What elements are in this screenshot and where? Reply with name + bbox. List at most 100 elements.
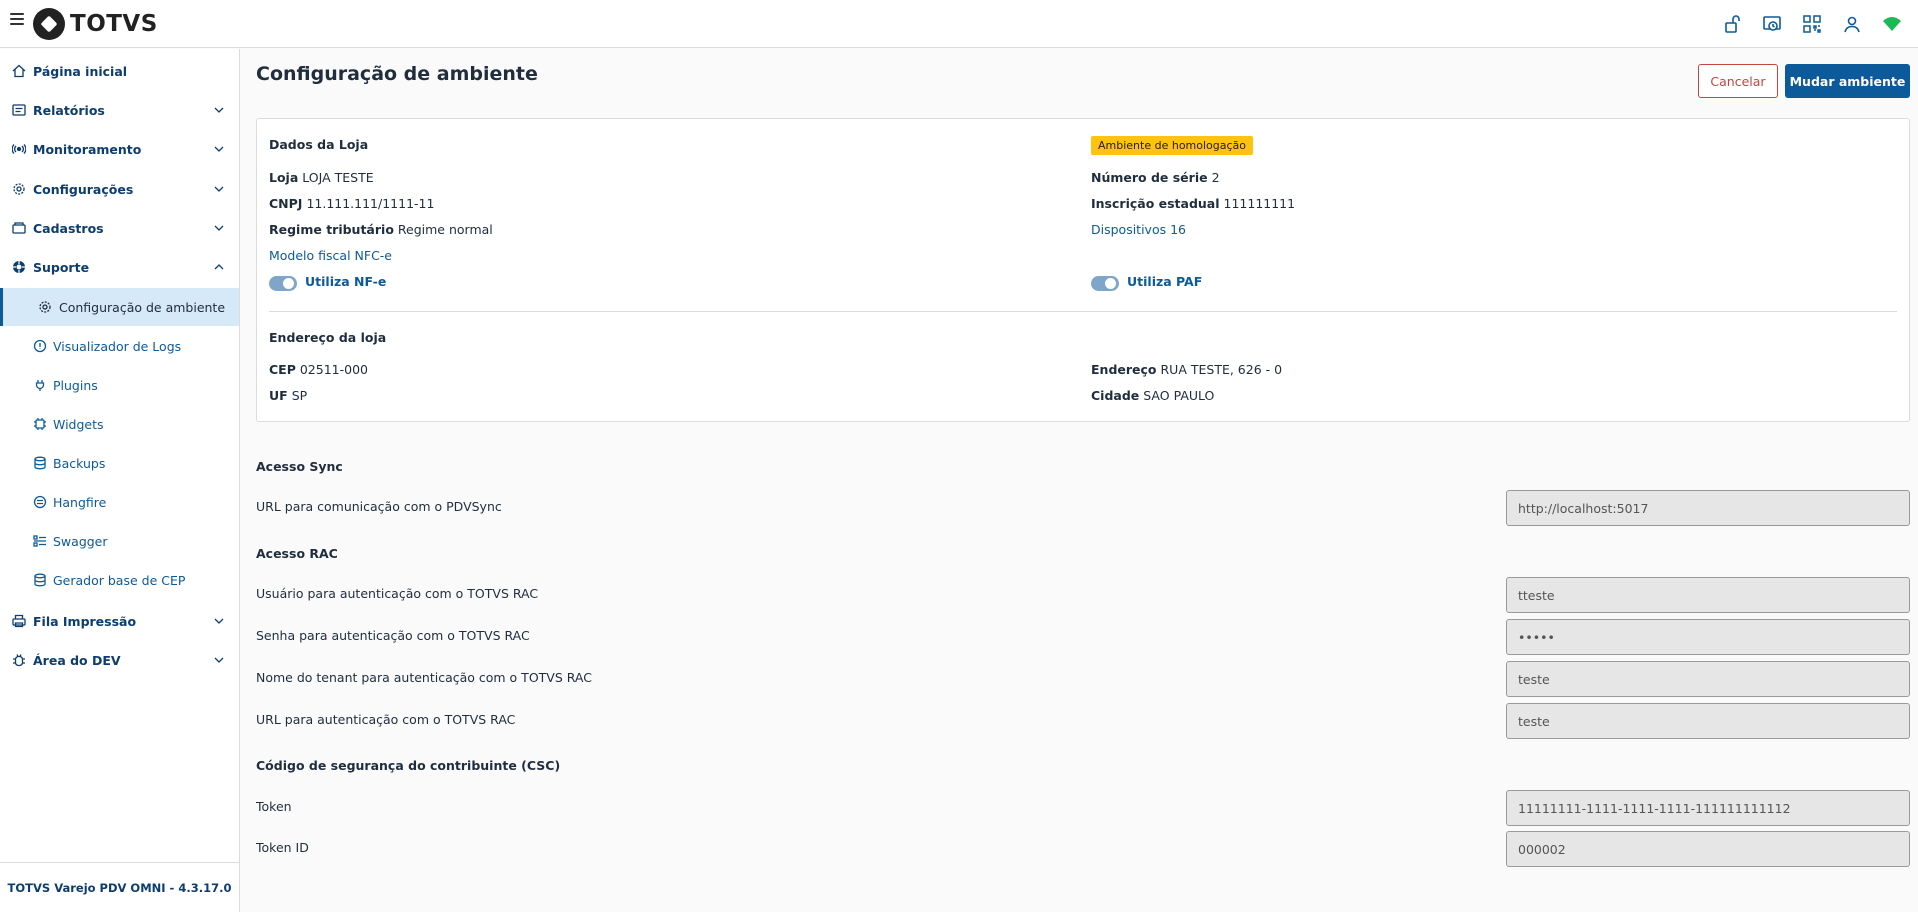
sidebar-item-label: Widgets bbox=[53, 416, 104, 432]
sync-url-label: URL para comunicação com o PDVSync bbox=[256, 499, 502, 514]
toggle-utiliza-nfe-label: Utiliza NF-e bbox=[305, 274, 387, 289]
csc-token-label: Token bbox=[256, 799, 292, 814]
sidebar-item-label: Área do DEV bbox=[33, 652, 121, 668]
database-icon bbox=[32, 572, 48, 588]
sidebar-item-label: Configurações bbox=[33, 181, 134, 197]
sidebar: Página inicial Relatórios Monitoramento … bbox=[0, 49, 240, 912]
divider bbox=[269, 311, 1897, 312]
info-icon bbox=[32, 338, 48, 354]
cancel-button[interactable]: Cancelar bbox=[1698, 64, 1778, 98]
wifi-icon[interactable] bbox=[1878, 10, 1906, 38]
gear-icon bbox=[11, 181, 27, 197]
sidebar-item-label: Relatórios bbox=[33, 102, 105, 118]
toggle-utiliza-nfe[interactable] bbox=[269, 276, 297, 291]
rac-user-input[interactable] bbox=[1506, 577, 1910, 613]
field-cep: CEP 02511-000 bbox=[269, 362, 368, 377]
sidebar-item-label: Monitoramento bbox=[33, 141, 142, 157]
sidebar-subitem-configuracao-ambiente[interactable]: Configuração de ambiente bbox=[0, 288, 239, 326]
chevron-down-icon bbox=[214, 657, 224, 663]
sidebar-item-area-dev[interactable]: Área do DEV bbox=[0, 641, 239, 679]
rac-password-input[interactable] bbox=[1506, 619, 1910, 655]
chevron-down-icon bbox=[214, 107, 224, 113]
lifebuoy-icon bbox=[11, 259, 27, 275]
field-cnpj: CNPJ 11.111.111/1111-11 bbox=[269, 196, 435, 211]
page-title: Configuração de ambiente bbox=[256, 63, 538, 85]
rac-section-title: Acesso RAC bbox=[256, 546, 338, 561]
sidebar-item-fila-impressao[interactable]: Fila Impressão bbox=[0, 602, 239, 640]
rac-tenant-input[interactable] bbox=[1506, 661, 1910, 697]
sidebar-subitem-hangfire[interactable]: Hangfire bbox=[0, 483, 239, 521]
csc-token-input[interactable] bbox=[1506, 790, 1910, 826]
toggle-utiliza-paf-label: Utiliza PAF bbox=[1127, 274, 1203, 289]
change-environment-button[interactable]: Mudar ambiente bbox=[1785, 64, 1910, 98]
field-numero-serie: Número de série 2 bbox=[1091, 170, 1220, 185]
store-section-title: Dados da Loja bbox=[269, 137, 369, 152]
sidebar-item-cadastros[interactable]: Cadastros bbox=[0, 209, 239, 247]
header-actions bbox=[1718, 10, 1906, 38]
clock-sync-icon[interactable] bbox=[1758, 10, 1786, 38]
database-icon bbox=[32, 455, 48, 471]
sidebar-item-suporte[interactable]: Suporte bbox=[0, 248, 239, 286]
gear-icon bbox=[37, 299, 53, 315]
field-inscricao-estadual: Inscrição estadual 111111111 bbox=[1091, 196, 1296, 211]
csc-section-title: Código de segurança do contribuinte (CSC… bbox=[256, 758, 561, 773]
sidebar-item-label: Swagger bbox=[53, 533, 108, 549]
broadcast-icon bbox=[11, 141, 27, 157]
field-modelo-fiscal[interactable]: Modelo fiscal NFC-e bbox=[269, 248, 392, 263]
field-loja: Loja LOJA TESTE bbox=[269, 170, 374, 185]
sidebar-subitem-visualizador-logs[interactable]: Visualizador de Logs bbox=[0, 327, 239, 365]
report-icon bbox=[11, 102, 27, 118]
logo[interactable]: TOTVS bbox=[33, 8, 158, 40]
main-content: Configuração de ambiente Cancelar Mudar … bbox=[240, 49, 1918, 912]
sidebar-subitem-widgets[interactable]: Widgets bbox=[0, 405, 239, 443]
chevron-down-icon bbox=[214, 146, 224, 152]
unlock-icon[interactable] bbox=[1718, 10, 1746, 38]
field-uf: UF SP bbox=[269, 388, 308, 403]
printer-icon bbox=[11, 613, 27, 629]
toggle-utiliza-paf[interactable] bbox=[1091, 276, 1119, 291]
rac-url-label: URL para autenticação com o TOTVS RAC bbox=[256, 712, 516, 727]
field-endereco: Endereço RUA TESTE, 626 - 0 bbox=[1091, 362, 1283, 377]
folder-icon bbox=[11, 220, 27, 236]
sidebar-item-label: Plugins bbox=[53, 377, 98, 393]
field-dispositivos[interactable]: Dispositivos 16 bbox=[1091, 222, 1186, 237]
qr-code-icon[interactable] bbox=[1798, 10, 1826, 38]
field-cidade: Cidade SAO PAULO bbox=[1091, 388, 1215, 403]
rac-url-input[interactable] bbox=[1506, 703, 1910, 739]
hamburger-menu-icon[interactable] bbox=[10, 13, 24, 27]
home-icon bbox=[11, 63, 27, 79]
top-bar: TOTVS bbox=[0, 0, 1918, 48]
sidebar-item-label: Gerador base de CEP bbox=[53, 572, 186, 588]
bug-icon bbox=[11, 652, 27, 668]
csc-token-id-input[interactable] bbox=[1506, 831, 1910, 867]
plug-icon bbox=[32, 377, 48, 393]
sync-section-title: Acesso Sync bbox=[256, 459, 343, 474]
rac-tenant-label: Nome do tenant para autenticação com o T… bbox=[256, 670, 592, 685]
user-icon[interactable] bbox=[1838, 10, 1866, 38]
totvs-logo-icon bbox=[33, 8, 65, 40]
sidebar-item-pagina-inicial[interactable]: Página inicial bbox=[0, 52, 239, 90]
rac-password-label: Senha para autenticação com o TOTVS RAC bbox=[256, 628, 530, 643]
sidebar-subitem-plugins[interactable]: Plugins bbox=[0, 366, 239, 404]
csc-token-id-label: Token ID bbox=[256, 840, 309, 855]
sidebar-item-monitoramento[interactable]: Monitoramento bbox=[0, 130, 239, 168]
address-section-title: Endereço da loja bbox=[269, 330, 387, 345]
sidebar-item-label: Backups bbox=[53, 455, 106, 471]
brand-name: TOTVS bbox=[70, 11, 158, 37]
rac-user-label: Usuário para autenticação com o TOTVS RA… bbox=[256, 586, 539, 601]
sidebar-item-relatorios[interactable]: Relatórios bbox=[0, 91, 239, 129]
sidebar-item-configuracoes[interactable]: Configurações bbox=[0, 170, 239, 208]
sync-url-input[interactable] bbox=[1506, 490, 1910, 526]
cog-circle-icon bbox=[32, 494, 48, 510]
environment-badge: Ambiente de homologação bbox=[1091, 136, 1254, 155]
chip-icon bbox=[32, 416, 48, 432]
field-regime: Regime tributário Regime normal bbox=[269, 222, 493, 237]
sidebar-subitem-swagger[interactable]: Swagger bbox=[0, 522, 239, 560]
sidebar-item-label: Cadastros bbox=[33, 220, 104, 236]
sidebar-item-label: Suporte bbox=[33, 259, 90, 275]
sidebar-subitem-gerador-cep[interactable]: Gerador base de CEP bbox=[0, 561, 239, 599]
store-card: Dados da Loja Ambiente de homologação Lo… bbox=[256, 118, 1910, 422]
chevron-down-icon bbox=[214, 618, 224, 624]
sidebar-subitem-backups[interactable]: Backups bbox=[0, 444, 239, 482]
sidebar-item-label: Hangfire bbox=[53, 494, 107, 510]
